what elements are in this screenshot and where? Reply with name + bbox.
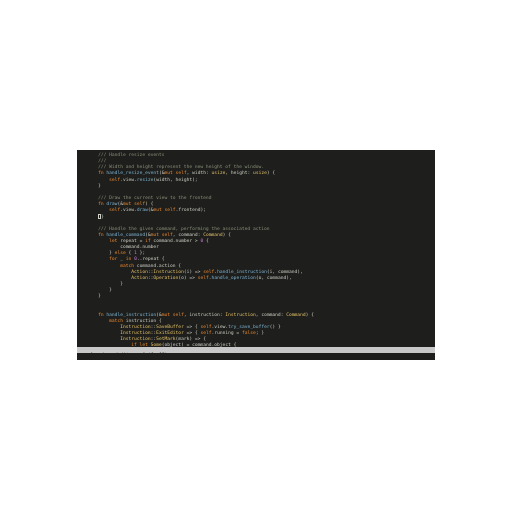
code-token: self <box>197 275 209 281</box>
code-token: fn <box>87 232 107 238</box>
code-token: Command <box>203 232 223 238</box>
code-token: self <box>200 324 212 330</box>
code-token: Instruction <box>87 324 151 330</box>
editor-window[interactable]: /// Handle resize events /// /// Width a… <box>77 150 435 360</box>
code-token: draw <box>106 202 118 208</box>
code-token: Instruction <box>87 337 151 343</box>
code-token: /// Width and height represent the new h… <box>87 165 265 171</box>
code-token: () } <box>269 324 281 330</box>
code-token: (o) => <box>178 275 198 281</box>
code-token: => { <box>183 331 201 337</box>
code-token: ..repeat { <box>136 257 165 263</box>
code-token: , command: <box>172 232 204 238</box>
code-token: command.number > <box>153 238 201 244</box>
code-token: false <box>241 331 256 337</box>
code-token: } <box>87 183 101 189</box>
code-token: Action <box>87 275 148 281</box>
code-token: SaveBuffer <box>156 324 184 330</box>
code-token: (i, command), <box>266 269 303 275</box>
code-token: handle_instruction <box>217 269 267 275</box>
status-bar: [src/core/editor.rs] (6, 15) <box>77 347 435 358</box>
code-token: let <box>87 238 121 244</box>
code-token: Command <box>286 312 306 318</box>
code-token: ) { <box>145 202 154 208</box>
code-token: Instruction <box>87 331 151 337</box>
code-token: instruction { <box>125 318 162 324</box>
code-token: fn <box>87 312 107 318</box>
code-token: /// Handle resize events <box>87 153 165 158</box>
code-token: .view. <box>120 177 137 183</box>
code-area[interactable]: /// Handle resize events /// /// Width a… <box>87 153 435 350</box>
code-token: self <box>203 269 215 275</box>
code-token: }; <box>136 251 146 257</box>
code-token: self <box>87 208 121 214</box>
code-token: } <box>87 294 101 300</box>
status-line-text: [src/core/editor.rs] (6, 15) <box>90 353 168 358</box>
code-token: match <box>87 318 126 324</box>
code-token: , height: <box>225 171 254 177</box>
code-token: handle_instruction <box>106 312 157 318</box>
code-token: (i) => <box>183 269 204 275</box>
code-token: self <box>87 177 121 183</box>
code-token: resize <box>136 177 154 183</box>
code-token: .frontend); <box>175 208 207 214</box>
code-token: self <box>200 331 212 337</box>
code-token: match <box>87 263 137 269</box>
code-token: ExitEditor <box>156 331 184 337</box>
code-token: ; } <box>255 331 265 337</box>
code-token: mut self <box>150 232 173 238</box>
code-token: } <box>101 215 104 221</box>
code-token: draw <box>136 208 148 214</box>
code-token: for <box>87 257 121 263</box>
code-token: Instruction <box>153 269 184 275</box>
code-token: } <box>87 281 123 287</box>
code-token: (mark) => { <box>175 337 206 343</box>
code-token: { <box>203 238 209 244</box>
code-token: handle_operation <box>211 275 256 281</box>
code-token: Instruction <box>225 312 256 318</box>
code-token: try_save_buffer <box>228 324 270 330</box>
code-token: usize <box>211 171 226 177</box>
code-token: .running = <box>211 331 242 337</box>
code-token: SetMark <box>156 337 176 343</box>
code-token: Operation <box>153 275 179 281</box>
code-token: mut self <box>164 171 187 177</box>
code-token: mut self <box>161 312 184 318</box>
code-token: fn <box>87 202 107 208</box>
code-token: (o, command), <box>255 275 292 281</box>
code-token: usize <box>253 171 267 177</box>
code-token: /// Handle the given command, performing… <box>87 226 270 232</box>
code-token: { <box>125 251 135 257</box>
code-token: in <box>125 257 135 263</box>
code-token: command.number <box>87 245 159 251</box>
code-token: handle_resize_event <box>106 171 159 177</box>
code-token: } <box>87 288 112 294</box>
code-token: ) { <box>222 232 231 238</box>
code-token: ) { <box>266 171 276 177</box>
code-token: mut self <box>153 208 176 214</box>
code-token: /// Draw the current view to the fronten… <box>87 195 212 201</box>
code-token: , width: <box>186 171 212 177</box>
code-token: command.action { <box>136 263 182 269</box>
code-token: .view. <box>211 324 229 330</box>
code-token: ) { <box>305 312 314 318</box>
code-token: /// <box>87 159 107 165</box>
code-token: .view. <box>120 208 137 214</box>
code-token: (width, height); <box>153 177 198 183</box>
code-token: mut self <box>123 202 146 208</box>
code-token: fn <box>87 171 107 177</box>
code-token: else <box>114 251 126 257</box>
code-token: => { <box>183 324 201 330</box>
code-token: Action <box>87 269 148 275</box>
code-token: , instruction: <box>183 312 226 318</box>
code-token: , command: <box>255 312 287 318</box>
code-token: } <box>87 251 115 257</box>
code-token: handle_command <box>106 232 146 238</box>
code-token: repeat = <box>120 238 146 244</box>
